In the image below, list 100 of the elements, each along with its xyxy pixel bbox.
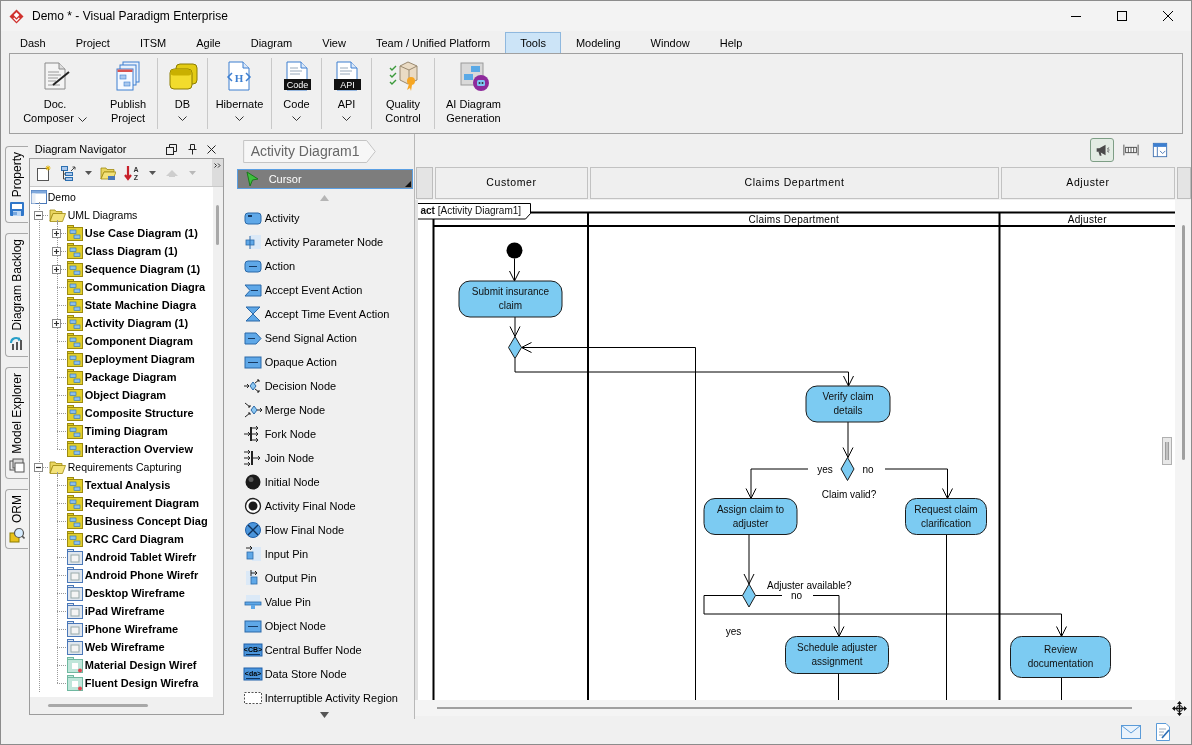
tree-item[interactable]: Use Case Diagram (1) [65,224,199,242]
decision-node [742,583,756,608]
tree-item[interactable]: Business Concept Diag [65,512,209,530]
new-diagram-icon[interactable] [35,164,52,181]
tree-item[interactable]: iPad Wireframe [65,602,166,620]
tool-item[interactable]: Activity Parameter Node [236,230,413,254]
tool-item[interactable]: Value Pin [236,590,413,614]
tree-item[interactable]: iPhone Wireframe [65,620,180,638]
tree-item[interactable]: Package Diagram [65,368,178,386]
menu-tab[interactable]: View [307,32,361,53]
tree-item[interactable]: Activity Diagram (1) [65,314,190,332]
tree-item[interactable]: Deployment Diagram [65,350,196,368]
more-icon[interactable] [213,163,221,168]
tree-item[interactable]: Timing Diagram [65,422,169,440]
tool-item[interactable]: Activity Final Node [236,494,413,518]
tree-item[interactable]: Fluent Design Wirefra [65,674,200,692]
tree-item[interactable]: Web Wireframe [65,638,166,656]
tree-item[interactable]: Composite Structure [65,404,195,422]
menu-tab[interactable]: Tools [505,32,561,53]
ribbon-button[interactable]: H Hibernate [213,54,266,133]
edit-document-icon[interactable] [1155,722,1171,741]
tree-item[interactable]: State Machine Diagra [65,296,197,314]
menu-tab[interactable]: Modeling [560,32,636,53]
plus-box-icon[interactable] [52,318,62,328]
tree-item[interactable]: Requirements Capturing [47,458,183,476]
tree-item[interactable]: Material Design Wiref [65,656,198,674]
caret-icon[interactable] [84,170,92,175]
menu-tab[interactable]: Project [60,32,125,53]
tree-item[interactable]: CRC Card Diagram [65,530,185,548]
tree-item[interactable]: UML Diagrams [47,206,139,224]
tool-item[interactable]: Action [236,254,413,278]
tool-item[interactable]: Opaque Action [236,350,413,374]
menu-tab[interactable]: Help [704,32,758,53]
tool-item[interactable]: Send Signal Action [236,326,413,350]
side-tab[interactable]: Property [4,146,28,224]
menu-tab[interactable]: Dash [5,32,61,53]
tool-item[interactable]: Flow Final Node [236,518,413,542]
scrollbar-thumb[interactable] [437,707,1132,709]
tool-item[interactable]: Accept Time Event Action [236,302,413,326]
menu-tab[interactable]: Agile [181,32,236,53]
tool-item[interactable]: Interruptible Activity Region [236,686,413,710]
move-icon[interactable] [1172,700,1187,716]
tree-item[interactable]: Android Phone Wirefr [65,566,200,584]
tree-item[interactable]: Demo [29,188,78,206]
grip-handle[interactable] [1162,437,1172,465]
close-icon[interactable] [206,144,216,154]
side-tab[interactable]: Model Explorer [4,366,28,480]
minus-box-icon[interactable] [34,462,44,472]
menu-tab[interactable]: Team / Unified Platform [360,32,506,53]
plus-box-icon[interactable] [52,228,62,238]
diagram-icon [66,315,83,331]
tree-item[interactable]: Communication Diagra [65,278,207,296]
tool-item[interactable]: Cursor [236,169,413,189]
plus-box-icon[interactable] [52,264,62,274]
side-tab[interactable]: ORM [4,489,28,550]
tool-item[interactable]: Input Pin [236,542,413,566]
tree-item[interactable]: Android Tablet Wirefr [65,548,198,566]
restore-icon[interactable] [165,143,177,155]
menu-tab[interactable]: ITSM [124,32,182,53]
ribbon-button[interactable]: API API [328,54,365,133]
menu-tab[interactable]: Diagram [235,32,308,53]
ribbon-button[interactable]: Publish Project [102,54,154,133]
minus-box-icon[interactable] [34,210,44,220]
menu-tab[interactable]: Window [635,32,705,53]
tool-item[interactable]: Decision Node [236,374,413,398]
tree-item[interactable]: Object Diagram [65,386,168,404]
tree-item[interactable]: Textual Analysis [65,476,172,494]
scrollbar-thumb[interactable] [216,205,220,245]
breadcrumb-tab[interactable]: Activity Diagram1 [242,140,376,163]
tool-item[interactable]: Fork Node [236,422,413,446]
pin-icon[interactable] [187,143,197,155]
tool-item[interactable]: Join Node [236,446,413,470]
tool-item[interactable]: Merge Node [236,398,413,422]
plus-box-icon[interactable] [52,246,62,256]
tool-item[interactable]: Activity [236,206,413,230]
caret-icon[interactable] [148,170,156,175]
ribbon-button[interactable]: Code Code [278,54,315,133]
tree-item[interactable]: Class Diagram (1) [65,242,179,260]
megaphone-icon[interactable] [1090,138,1114,162]
ribbon-button[interactable]: Quality Control [377,54,429,133]
ribbon-button[interactable]: AI Diagram Generation [439,54,508,133]
tree-layout-icon[interactable] [59,164,76,181]
tree-item[interactable]: Requirement Diagram [65,494,201,512]
scrollbar-thumb[interactable] [1181,225,1185,460]
tree-item[interactable]: Desktop Wireframe [65,584,186,602]
side-tab[interactable]: Diagram Backlog [4,233,28,357]
tool-item[interactable]: Initial Node [236,470,413,494]
open-folder-icon[interactable] [99,164,116,181]
mail-icon[interactable] [1121,724,1141,739]
tree-item[interactable]: Component Diagram [65,332,194,350]
scrollbar-thumb[interactable] [47,704,148,707]
diagram-icon [66,279,83,295]
stacked-windows-icon [8,457,25,474]
ribbon-button[interactable]: Doc. Composer [20,54,90,133]
tree-item[interactable]: Interaction Overview [65,440,194,458]
tool-item[interactable]: Accept Event Action [236,278,413,302]
tool-item[interactable]: Output Pin [236,566,413,590]
tool-item[interactable]: Object Node [236,614,413,638]
tree-item[interactable]: Sequence Diagram (1) [65,260,202,278]
ribbon-button[interactable]: DB [164,54,201,133]
